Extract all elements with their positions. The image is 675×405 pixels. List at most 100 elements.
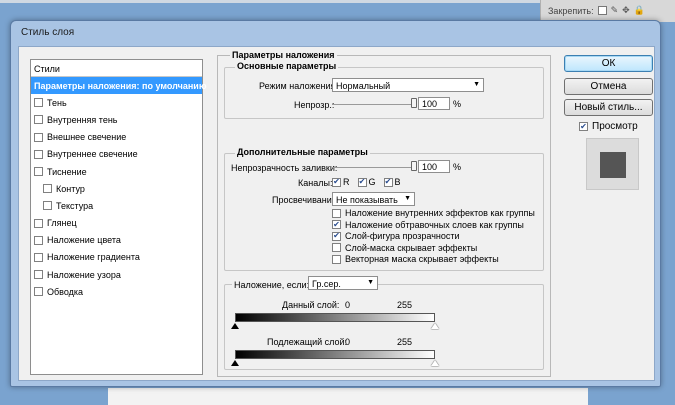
advanced-option[interactable]: Наложение внутренних эффектов как группы [332,208,535,218]
opacity-slider-thumb[interactable] [411,98,417,108]
fill-opacity-slider-track[interactable] [332,167,414,168]
style-item-checkbox[interactable] [34,132,43,142]
knockout-label: Просвечивание: [272,195,340,205]
style-item-checkbox[interactable] [43,201,52,211]
fill-opacity-label: Непрозрачность заливки: [231,163,338,173]
lock-label: Закрепить: [548,5,594,16]
channel-label: B [394,177,401,187]
styles-list-header[interactable]: Стили [31,60,202,77]
preview-checkbox[interactable]: ✔ [579,122,588,131]
style-item-checkbox[interactable] [34,287,43,297]
blend-mode-select[interactable]: Нормальный ▼ [332,78,484,92]
style-item-label: Глянец [47,218,77,229]
style-item[interactable]: Наложение цвета [31,232,202,249]
move-icon[interactable]: ✥ [622,5,630,16]
new-style-button[interactable]: Новый стиль... [564,99,653,116]
ok-button[interactable]: ОК [564,55,653,72]
preview-thumbnail [586,138,639,190]
advanced-option[interactable]: Векторная маска скрывает эффекты [332,254,499,264]
style-item[interactable]: Наложение узора [31,266,202,283]
style-item-label: Текстура [56,200,94,211]
style-item[interactable]: Наложение градиента [31,249,202,266]
opacity-label: Непрозр.: [294,100,335,110]
advanced-option[interactable]: Слой-маска скрывает эффекты [332,243,477,253]
underlying-layer-max-value: 255 [397,337,413,347]
style-item-label: Тень [47,97,67,108]
advanced-option-checkbox[interactable] [332,254,341,264]
background-strip [0,0,540,3]
preview-toggle[interactable]: ✔ Просмотр [579,121,638,132]
cancel-button[interactable]: Отмена [564,78,653,95]
style-item-label: Внешнее свечение [47,132,127,143]
channel-label: G [368,177,376,187]
lock-icon[interactable]: 🔒 [634,5,645,16]
blend-if-select[interactable]: Гр.сер. ▼ [308,276,378,290]
underlying-layer-label: Подлежащий слой: [267,337,348,347]
underlying-layer-black-slider[interactable] [231,360,239,366]
opacity-unit: % [453,99,462,109]
style-item-checkbox[interactable] [34,115,43,125]
style-item[interactable]: Внешнее свечение [31,129,202,146]
style-item[interactable]: Внутренняя тень [31,111,202,128]
style-item-checkbox[interactable] [34,149,43,159]
style-item-checkbox[interactable] [34,270,43,280]
style-item-label: Наложение узора [47,269,121,280]
dropdown-arrow-icon: ▼ [404,195,411,202]
channel-checkbox[interactable]: ✔ [383,177,393,187]
channel-toggle[interactable]: ✔ G [357,177,376,187]
brush-icon[interactable]: ✎ [611,5,619,16]
fill-opacity-input[interactable]: 100 [418,160,450,173]
opacity-slider-track[interactable] [332,104,414,105]
style-item[interactable]: Внутреннее свечение [31,146,202,163]
dialog-client-area: Стили Параметры наложения: по умолчанию Т… [18,46,655,381]
style-item-checkbox[interactable] [34,252,43,262]
this-layer-min-value: 0 [345,300,351,310]
fill-opacity-slider-thumb[interactable] [411,161,417,171]
advanced-option[interactable]: ✔ Наложение обтравочных слоев как группы [332,220,524,230]
style-item[interactable]: Контур [31,180,202,197]
dropdown-arrow-icon: ▼ [473,81,480,88]
background-lock-row: Закрепить: ✎ ✥ 🔒 [548,5,645,16]
style-item-checkbox[interactable] [34,98,43,108]
opacity-input[interactable]: 100 [418,97,450,110]
style-item-checkbox[interactable] [34,235,43,245]
advanced-option-checkbox[interactable]: ✔ [332,231,341,241]
channels-label: Каналы: [298,178,333,188]
styles-list: Стили Параметры наложения: по умолчанию Т… [30,59,207,375]
style-item-label: Тиснение [47,166,87,177]
style-item[interactable]: Параметры наложения: по умолчанию [31,77,207,95]
style-item[interactable]: Текстура [31,197,202,214]
channel-label: R [343,177,350,187]
advanced-option-label: Слой-фигура прозрачности [345,231,460,241]
advanced-option-checkbox[interactable] [332,208,341,218]
this-layer-black-slider[interactable] [231,323,239,329]
style-item[interactable]: Глянец [31,215,202,232]
blending-options-title: Параметры наложения [230,50,337,60]
style-item-checkbox[interactable] [43,184,52,194]
advanced-option-label: Слой-маска скрывает эффекты [345,242,478,253]
channels-checkboxes: ✔ R ✔ G ✔ B [332,177,409,187]
style-item[interactable]: Тиснение [31,163,202,180]
layer-style-dialog: Стиль слоя Стили Параметры наложения: по… [10,20,661,387]
dialog-title[interactable]: Стиль слоя [11,21,660,45]
channel-checkbox[interactable]: ✔ [332,177,341,187]
this-layer-white-slider[interactable] [431,323,439,329]
style-item-checkbox[interactable] [34,218,43,228]
style-item-checkbox[interactable] [34,167,43,177]
advanced-option[interactable]: ✔ Слой-фигура прозрачности [332,231,460,241]
style-item-label: Внутреннее свечение [47,149,138,160]
this-layer-gradient-bar [235,313,435,322]
channel-toggle[interactable]: ✔ R [332,177,350,187]
style-item[interactable]: Тень [31,94,202,111]
advanced-option-checkbox[interactable] [332,243,341,252]
advanced-blending-title: Дополнительные параметры [235,147,370,157]
channel-checkbox[interactable]: ✔ [357,177,367,187]
channel-toggle[interactable]: ✔ B [383,177,401,187]
this-layer-max-value: 255 [397,300,413,310]
style-item-label: Параметры наложения: по умолчанию [34,80,207,91]
underlying-layer-white-slider[interactable] [431,360,439,366]
advanced-option-checkbox[interactable]: ✔ [332,220,341,229]
lock-transparency-icon[interactable] [597,6,607,15]
knockout-select[interactable]: Не показывать ▼ [332,192,415,206]
style-item[interactable]: Обводка [31,283,202,300]
